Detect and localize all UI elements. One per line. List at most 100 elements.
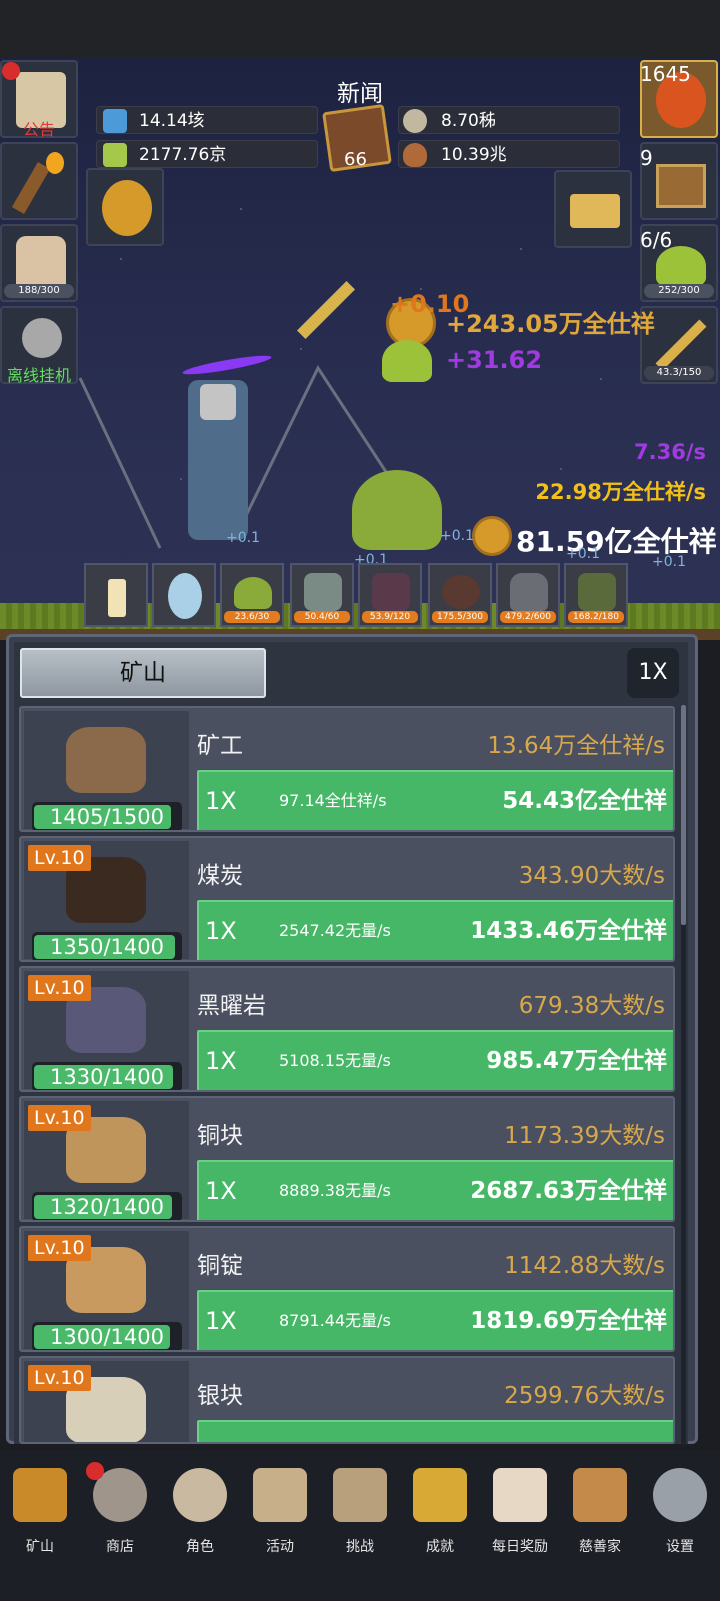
monster-slot[interactable]: 23.6/30 [220,563,284,627]
slime-icon [234,577,272,609]
tab-mine[interactable]: 矿山 [20,648,266,698]
green-potion-icon [103,143,127,167]
candle-icon [108,579,126,617]
upgrade-multiplier: 1X [205,917,237,945]
upgrade-multiplier: 1X [205,1047,237,1075]
goblin-icon [578,573,616,611]
mine-row: Lv.10 1350/1400 煤炭 343.90大数/s 1X 2547.42… [19,836,675,962]
nav-label: 矿山 [26,1539,54,1555]
slime-icon [656,246,706,286]
flying-slime [382,340,432,382]
multiplier-toggle[interactable]: 1X [627,648,679,698]
level-badge: Lv.10 [28,975,91,1001]
flame-icon [46,152,64,174]
mine-item-picture[interactable]: Lv.10 1350/1400 [24,841,189,960]
upgrade-button[interactable]: 1X 5108.15无量/s 985.47万全仕祥 [197,1030,673,1090]
zombie-icon [304,573,342,611]
upgrade-cost: 2687.63万全仕祥 [470,1178,667,1204]
mine-name: 矿工 [197,733,243,759]
mine-rate: 2599.76大数/s [504,1383,665,1409]
mine-item-picture[interactable]: 1405/1500 [24,711,189,830]
upgrade-button[interactable]: 1X 2547.42无量/s 1433.46万全仕祥 [197,900,673,960]
upgrade-cost: 54.43亿全仕祥 [502,788,667,814]
mine-progress: 1405/1500 [32,802,182,830]
upgrade-per-second: 2547.42无量/s [279,921,391,940]
offline-label: 离线挂机 [6,366,71,385]
yellow-rate: 22.98万全仕祥/s [535,480,706,504]
upgrade-button[interactable]: 1X 8791.44无量/s 1819.69万全仕祥 [197,1290,673,1350]
mine-name: 煤炭 [197,863,243,889]
nav-label: 挑战 [346,1539,374,1555]
nav-item[interactable]: 挑战 [320,1456,400,1566]
mine-row: 1405/1500 矿工 13.64万全仕祥/s 1X 97.14全仕祥/s 5… [19,706,675,832]
mine-row: Lv.10 银块 2599.76大数/s [19,1356,675,1444]
slime-progress: 252/300 [644,284,714,298]
egg-slot[interactable] [152,563,216,627]
nav-item[interactable]: 成就 [400,1456,480,1566]
nav-item[interactable]: 每日奖励 [480,1456,560,1566]
monster-slot[interactable]: 175.5/300 [428,563,492,627]
mine-item-picture[interactable]: Lv.10 [24,1361,189,1442]
float-coin-gain: +243.05万全仕祥 [446,310,655,338]
lantern-icon [13,1468,67,1522]
mine-item-picture[interactable]: Lv.10 1300/1400 [24,1231,189,1350]
news-title[interactable]: 新闻 [310,74,410,108]
upgrade-multiplier: 1X [205,1177,237,1205]
status-bar [0,0,720,58]
monster-slot[interactable]: 50.4/60 [290,563,354,627]
upgrade-button[interactable]: 1X 97.14全仕祥/s 54.43亿全仕祥 [197,770,673,830]
scroll-icon [253,1468,307,1522]
green-potion-value: 2177.76京 [139,145,227,165]
mine-rate: 679.38大数/s [518,993,665,1019]
mine-item-picture[interactable]: Lv.10 1320/1400 [24,1101,189,1220]
mine-name: 铜块 [197,1123,243,1149]
monster-slot[interactable]: 168.2/180 [564,563,628,627]
mine-name: 黑曜岩 [197,993,266,1019]
upgrade-cost: 1819.69万全仕祥 [470,1308,667,1334]
upgrade-per-second: 97.14全仕祥/s [279,791,387,810]
level-badge: Lv.10 [28,1235,91,1261]
total-coin-icon [472,516,512,556]
mine-progress-text: 1320/1400 [50,1195,164,1219]
nav-item[interactable]: 角色 [160,1456,240,1566]
mine-progress-text: 1350/1400 [50,935,164,959]
torch-button[interactable] [0,142,78,220]
potion-count: 1645 [640,62,691,86]
upgrade-button[interactable]: 1X 8889.38无量/s 2687.63万全仕祥 [197,1160,673,1220]
scrollbar-thumb[interactable] [681,705,686,925]
slime-monster[interactable] [352,470,442,550]
mine-progress-text: 1330/1400 [50,1065,164,1089]
nav-label: 每日奖励 [492,1539,548,1555]
demon-icon [372,573,410,611]
nav-label: 慈善家 [579,1539,621,1555]
nav-item[interactable]: 活动 [240,1456,320,1566]
announcement-label: 公告 [22,120,55,139]
slot-progress: 23.6/30 [224,611,280,623]
slot-progress: 53.9/120 [362,611,418,623]
level-badge: Lv.10 [28,1365,91,1391]
nav-item[interactable]: 设置 [640,1456,720,1566]
notification-dot [2,62,20,80]
upgrade-button[interactable] [197,1420,673,1442]
coin-value: 8.70秭 [441,111,496,131]
ghost-icon [510,573,548,611]
resource-blue-potion: 14.14垓 [96,106,318,134]
drink-button[interactable]: 188/300 [0,224,78,302]
monster-slot[interactable]: 479.2/600 [496,563,560,627]
upgrade-cost: 985.47万全仕祥 [486,1048,667,1074]
mine-rate: 343.90大数/s [518,863,665,889]
gold-bar-button[interactable] [554,170,632,248]
mine-item-picture[interactable]: Lv.10 1330/1400 [24,971,189,1090]
upgrade-multiplier: 1X [205,1307,237,1335]
offline-button[interactable]: 离线挂机 [0,306,78,385]
candle-slot[interactable] [84,563,148,627]
meat-icon [403,143,427,167]
nav-item[interactable]: 慈善家 [560,1456,640,1566]
nav-item[interactable]: 矿山 [0,1456,80,1566]
upgrade-per-second: 8791.44无量/s [279,1311,391,1330]
monster-slot[interactable]: 53.9/120 [358,563,422,627]
treasure-key-button[interactable] [86,168,164,246]
upgrade-per-second: 8889.38无量/s [279,1181,391,1200]
resource-meat: 10.39兆 [398,140,620,168]
drink-progress: 188/300 [4,284,74,298]
